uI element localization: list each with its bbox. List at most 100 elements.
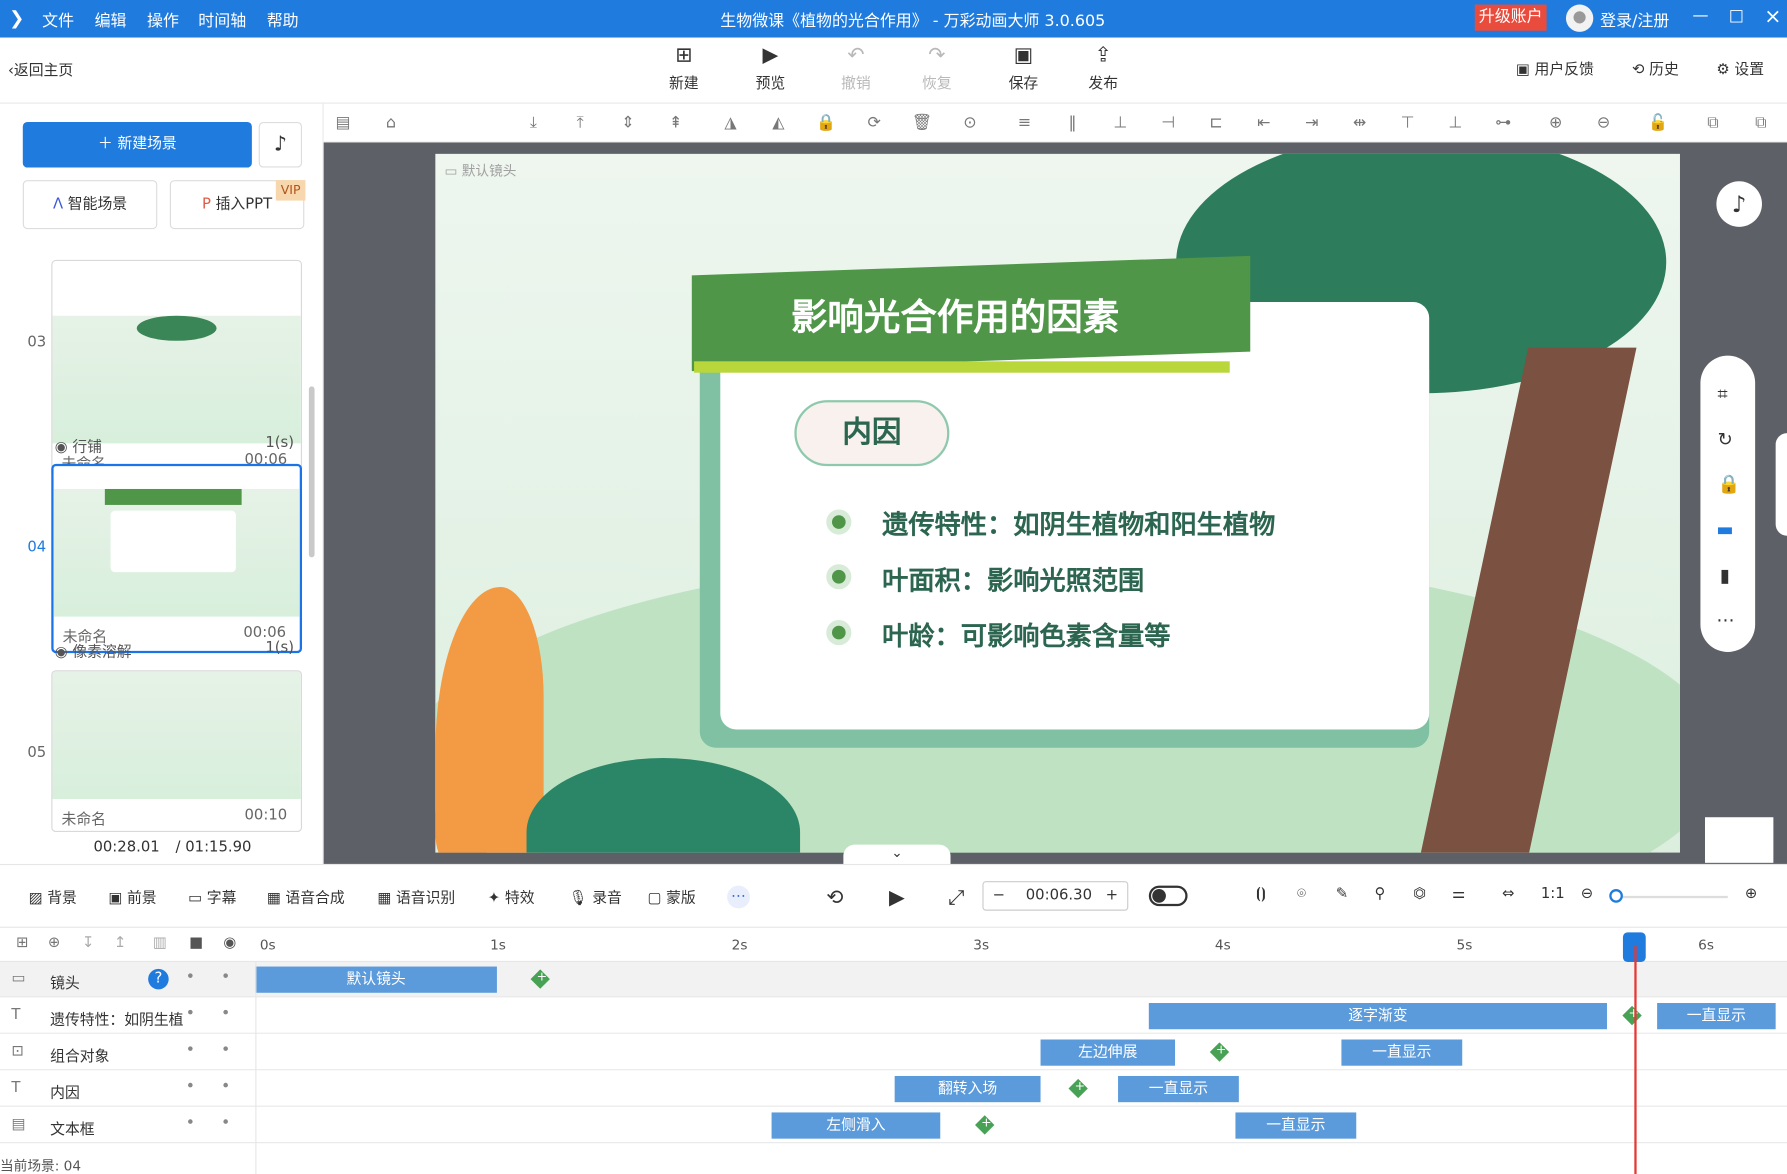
adjust-icon[interactable]: ⚲ [1374, 886, 1385, 903]
eye-icon[interactable]: ◉ [223, 935, 236, 952]
back-home-link[interactable]: ‹返回主页 [8, 58, 73, 80]
mobile-icon[interactable]: ▮ [1720, 564, 1730, 586]
camera-icon[interactable]: ⌾ [1297, 886, 1306, 903]
display-bar[interactable]: 一直显示 [1341, 1039, 1463, 1066]
align-icon-2[interactable]: ⊥ [1110, 113, 1131, 134]
music-float-icon[interactable]: ♪ [1716, 181, 1762, 227]
thumbnail-toggle-icon[interactable] [1704, 817, 1774, 863]
foreground-tool[interactable]: ▣ 前景 [108, 886, 156, 907]
track-row[interactable]: ▭ 镜头 ? 默认镜头 [0, 961, 1787, 998]
expand-tab[interactable] [1775, 433, 1787, 536]
template-icon[interactable]: ▤ [333, 113, 354, 134]
flip-h-icon[interactable]: ◮ [720, 113, 741, 134]
fullscreen-icon[interactable]: ⤢ [948, 886, 964, 910]
factor-tag[interactable]: 内因 [794, 400, 950, 467]
menu-timeline[interactable]: 时间轴 [198, 9, 246, 32]
screenshot-icon[interactable]: ⊙ [960, 113, 981, 134]
add-keyframe-icon[interactable] [530, 969, 550, 989]
save-button[interactable]: ▣ 保存 [989, 44, 1057, 92]
replay-icon[interactable]: ⟲ [826, 886, 843, 910]
lock-icon[interactable]: 🔒 [816, 113, 837, 134]
animation-bar[interactable]: 左侧滑入 [771, 1112, 941, 1139]
add-keyframe-icon[interactable] [1068, 1078, 1088, 1099]
rotate-float-icon[interactable]: ↻ [1718, 429, 1733, 451]
sidebar-scrollbar[interactable] [308, 386, 315, 558]
mask-tool[interactable]: ▢ 蒙版 [647, 886, 695, 907]
animation-bar[interactable]: 左边伸展 [1040, 1039, 1176, 1066]
display-bar[interactable]: 一直显示 [1118, 1075, 1239, 1103]
background-tool[interactable]: ▨ 背景 [28, 886, 76, 907]
track-row[interactable]: T 内因 翻转入场 一直显示 [0, 1071, 1787, 1107]
lock-float-icon[interactable]: 🔒 [1718, 473, 1741, 495]
track-row[interactable]: ⊡ 组合对象 左边伸展 一直显示 [0, 1035, 1787, 1071]
edit-icon[interactable]: ✎ [1336, 886, 1348, 903]
minus-icon[interactable]: − [993, 882, 1005, 909]
zoom-slider[interactable] [1613, 895, 1728, 899]
publish-button[interactable]: ⇪ 发布 [1069, 44, 1137, 92]
upgrade-button[interactable]: 升级账户 [1474, 4, 1547, 31]
move-down-icon[interactable]: ↧ [82, 935, 94, 952]
bullet-text[interactable]: 叶面积：影响光照范围 [882, 559, 1144, 598]
plus-icon[interactable]: + [1106, 882, 1118, 909]
align-top-icon[interactable]: ⤒ [570, 113, 591, 134]
subtitle-tool[interactable]: ▭ 字幕 [188, 886, 236, 907]
smart-scene-button[interactable]: Λ 智能场景 [22, 180, 158, 230]
stage[interactable]: ▭ 默认镜头 影响光合作用的因素 内因 遗传特性：如阴生植物和阳生植物 叶面积：… [435, 153, 1680, 853]
align-center-icon[interactable]: ⇹ [1349, 113, 1370, 134]
music-button[interactable]: ♪ [258, 121, 303, 168]
align-right-icon[interactable]: ⇥ [1302, 113, 1323, 134]
lock-layer-icon[interactable]: ■ [189, 935, 203, 952]
scene-card-04[interactable]: 未命名 00:06 [51, 463, 303, 654]
rotate-icon[interactable]: ⟳ [864, 113, 885, 134]
scene-card-05[interactable]: 未命名 00:10 [51, 670, 303, 833]
home-icon[interactable]: ⌂ [381, 113, 402, 134]
new-scene-button[interactable]: ＋ 新建场景 [22, 121, 252, 168]
zoom-in-timeline-icon[interactable]: ⊕ [1745, 886, 1757, 903]
ruler[interactable]: 0s 1s 2s 3s 4s 5s 6s [255, 928, 1778, 963]
zoom-out-icon[interactable]: ⊖ [1593, 113, 1614, 134]
align-top-edge-icon[interactable]: ⊤ [1397, 113, 1418, 134]
flip-v-icon[interactable]: ◭ [768, 113, 789, 134]
close-icon[interactable]: × [1764, 5, 1781, 29]
paste-icon[interactable]: ⧉ [1751, 113, 1772, 134]
animation-bar[interactable]: 翻转入场 [894, 1075, 1041, 1103]
fit-screen-icon[interactable]: ⌗ [1718, 383, 1728, 406]
unlock-icon[interactable]: 🔓 [1648, 113, 1669, 134]
delete-icon[interactable]: 🗑 [912, 113, 933, 134]
align-up-icon[interactable]: ⇞ [666, 113, 687, 134]
scene-transition[interactable]: ◉ 像素溶解 1(s) [55, 639, 294, 661]
align-bottom-icon[interactable]: ⤓ [523, 113, 544, 134]
bullet-text[interactable]: 叶龄：可影响色素含量等 [882, 614, 1170, 653]
bracket-icon[interactable]: ⦗⦘ [1256, 886, 1266, 903]
add-keyframe-icon[interactable] [1622, 1005, 1642, 1026]
track-row[interactable]: ▤ 文本框 左侧滑入 一直显示 [0, 1108, 1787, 1144]
zoom-out-timeline-icon[interactable]: ⊖ [1581, 886, 1593, 903]
display-bar[interactable]: 一直显示 [1235, 1112, 1357, 1139]
canvas-area[interactable]: ▭ 默认镜头 影响光合作用的因素 内因 遗传特性：如阴生植物和阳生植物 叶面积：… [323, 142, 1787, 864]
menu-operation[interactable]: 操作 [147, 9, 179, 32]
track-row[interactable]: T 遗传特性：如阴生植 逐字渐变 一直显示 [0, 998, 1787, 1034]
undo-button[interactable]: ↶ 撤销 [822, 44, 890, 92]
feedback-link[interactable]: ▣ 用户反馈 [1516, 57, 1594, 79]
add-folder-icon[interactable]: ⊞ [16, 935, 28, 952]
align-icon-3[interactable]: ⊣ [1158, 113, 1179, 134]
menu-file[interactable]: 文件 [42, 9, 74, 32]
fit-width-icon[interactable]: ⇔ [1502, 886, 1514, 903]
settings-link[interactable]: ⚙ 设置 [1716, 57, 1764, 79]
screen-icon[interactable]: ▬ [1716, 519, 1733, 541]
tts-tool[interactable]: ▦ 语音合成 [267, 886, 345, 907]
settings-slider-icon[interactable]: ⚌ [1452, 886, 1465, 903]
zoom-slider-handle[interactable] [1609, 889, 1623, 903]
play-button-icon[interactable]: ▶ [889, 886, 905, 910]
more-icon[interactable]: ⋯ [1716, 609, 1734, 631]
delete-layer-icon[interactable]: ▥ [153, 935, 167, 952]
move-up-icon[interactable]: ↥ [114, 935, 126, 952]
animation-bar[interactable]: 逐字渐变 [1148, 1003, 1607, 1030]
align-left-icon[interactable]: ⇤ [1254, 113, 1275, 134]
filter-icon[interactable]: ⏣ [1413, 886, 1426, 903]
help-icon[interactable]: ? [148, 968, 169, 990]
preview-button[interactable]: ▶ 预览 [736, 44, 804, 92]
menu-help[interactable]: 帮助 [267, 9, 299, 32]
add-layer-icon[interactable]: ⊕ [48, 935, 60, 952]
redo-button[interactable]: ↷ 恢复 [903, 44, 971, 92]
